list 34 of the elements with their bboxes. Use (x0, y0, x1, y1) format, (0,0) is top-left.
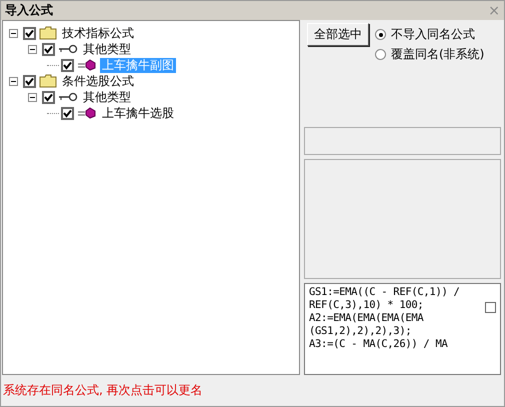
checkbox[interactable] (61, 58, 74, 72)
option-label: 不导入同名公式 (391, 26, 475, 43)
collapse-toggle[interactable] (28, 44, 37, 54)
checkbox[interactable] (42, 90, 55, 104)
radio-button[interactable] (375, 29, 386, 40)
checkbox[interactable] (23, 74, 36, 88)
code-line: A3:=(C - MA(C,26)) / MA (309, 338, 448, 351)
folder-icon (39, 26, 57, 40)
option-label: 覆盖同名(非系统) (391, 46, 484, 63)
tree-item[interactable]: 其他类型 (81, 42, 133, 56)
radio-button[interactable] (375, 49, 386, 60)
folder-icon (39, 74, 57, 88)
code-line: GS1:=EMA((C - REF(C,1)) / (309, 286, 461, 299)
formula-icon (77, 107, 97, 119)
checkbox[interactable] (485, 302, 496, 313)
status-message: 系统存在同名公式, 再次点击可以更名 (2, 382, 204, 399)
tree-item[interactable]: 上车擒牛选股 (100, 106, 176, 120)
window-title: 导入公式 (5, 2, 53, 19)
select-all-button[interactable]: 全部选中 (307, 23, 369, 46)
tree-item[interactable]: 其他类型 (81, 90, 133, 104)
code-line: REF(C,3),10) * 100; (309, 299, 424, 312)
formula-icon (77, 59, 97, 71)
collapse-toggle[interactable] (28, 92, 37, 102)
key-icon (58, 44, 78, 54)
collapse-toggle[interactable] (9, 28, 18, 38)
tree-item[interactable]: 技术指标公式 (60, 26, 136, 40)
code-line: A2:=EMA(EMA(EMA(EMA (309, 312, 424, 325)
code-line: (GS1,2),2),2),3); (309, 325, 412, 338)
checkbox[interactable] (42, 42, 55, 56)
checkbox[interactable] (23, 26, 36, 40)
collapse-toggle[interactable] (9, 76, 18, 86)
checkbox[interactable] (61, 106, 74, 120)
tree-item[interactable]: 条件选股公式 (60, 74, 136, 88)
key-icon (58, 92, 78, 102)
